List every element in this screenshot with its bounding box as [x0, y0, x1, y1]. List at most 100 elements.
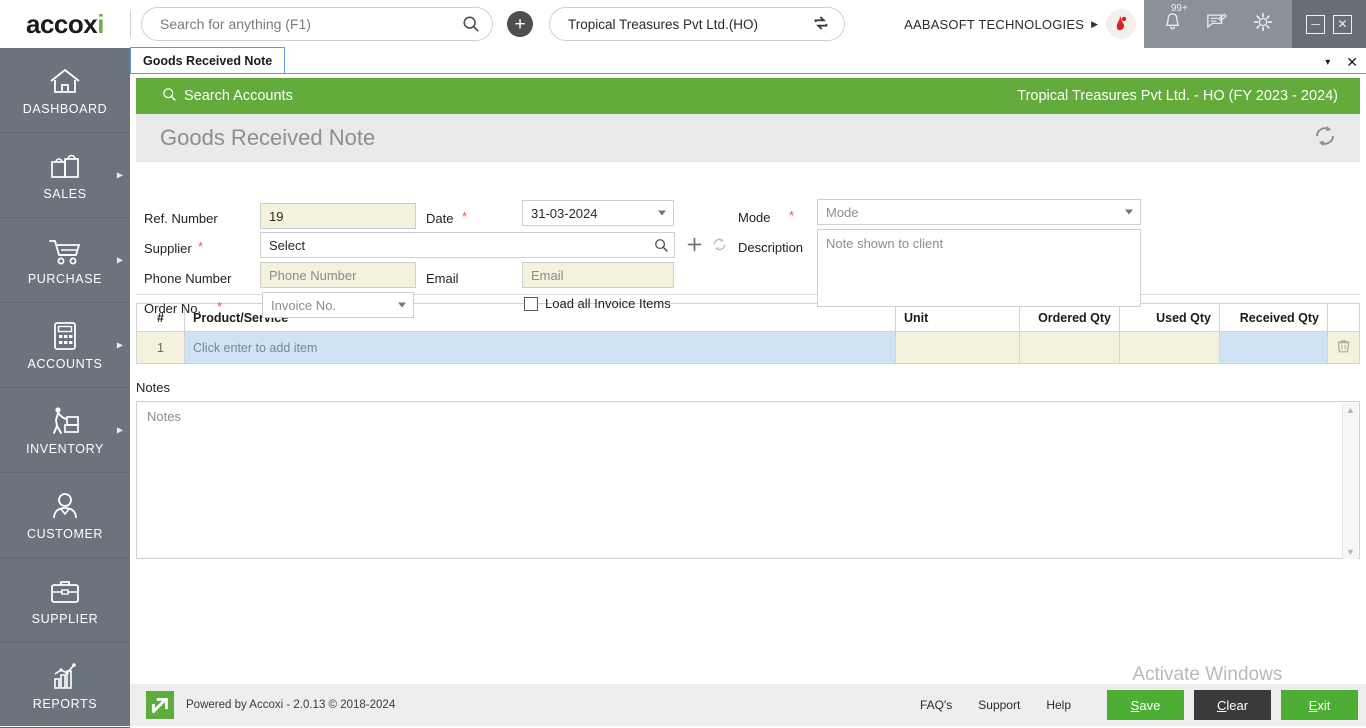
bell-icon[interactable]: 99+ — [1162, 3, 1188, 37]
plus-icon[interactable] — [685, 235, 704, 259]
search-icon[interactable] — [462, 15, 480, 33]
cell-product[interactable]: Click enter to add item — [184, 331, 896, 364]
refresh-icon[interactable] — [711, 236, 728, 258]
mode-label: Mode — [738, 210, 771, 225]
notes-label: Notes — [136, 380, 170, 395]
col-header-actions — [1327, 303, 1360, 332]
tab-strip: Goods Received Note ▾ ✕ — [130, 47, 1366, 74]
bar-chart-icon — [48, 660, 82, 692]
sidebar-item-reports[interactable]: REPORTS — [0, 643, 130, 728]
help-link[interactable]: Help — [1046, 698, 1071, 712]
chevron-down-icon[interactable] — [398, 302, 406, 308]
sidebar-item-inventory[interactable]: INVENTORY ▶ — [0, 388, 130, 473]
message-icon[interactable] — [1206, 11, 1228, 37]
faqs-link[interactable]: FAQ's — [920, 698, 952, 712]
app-logo: accox i — [0, 0, 130, 48]
sidebar-item-customer[interactable]: CUSTOMER — [0, 473, 130, 558]
save-rest: ave — [1139, 697, 1161, 713]
supplier-required-marker: * — [198, 239, 204, 254]
support-link[interactable]: Support — [978, 698, 1020, 712]
briefcase-icon — [48, 575, 82, 607]
chevron-down-icon[interactable] — [658, 210, 666, 216]
supplier-field[interactable] — [260, 232, 675, 258]
phone-number-input[interactable] — [260, 262, 416, 288]
footer-bar: Powered by Accoxi - 2.0.13 © 2018-2024 F… — [130, 684, 1366, 726]
tab-goods-received-note[interactable]: Goods Received Note — [130, 47, 286, 73]
save-key: S — [1130, 697, 1140, 713]
chevron-down-icon[interactable] — [1125, 209, 1133, 215]
sidebar-item-label: CUSTOMER — [26, 526, 104, 541]
trash-icon[interactable] — [1336, 340, 1351, 357]
chevron-right-icon[interactable]: ▶ — [117, 256, 123, 265]
email-label: Email — [426, 271, 459, 286]
col-header-received-qty: Received Qty — [1219, 303, 1328, 332]
sidebar-item-sales[interactable]: SALES ▶ — [0, 133, 130, 218]
supplier-input[interactable] — [261, 233, 648, 257]
logo-divider — [130, 11, 131, 37]
chevron-right-icon[interactable]: ▶ — [117, 341, 123, 350]
branch-selector[interactable]: Tropical Treasures Pvt Ltd.(HO) — [549, 7, 845, 41]
chevron-right-icon[interactable]: ▶ — [117, 426, 123, 435]
sidebar-item-purchase[interactable]: PURCHASE ▶ — [0, 218, 130, 303]
search-accounts-label: Search Accounts — [184, 88, 293, 104]
search-input[interactable] — [158, 15, 462, 33]
clear-rest: lear — [1226, 697, 1249, 713]
cell-used-qty[interactable] — [1119, 331, 1220, 364]
close-button[interactable]: ✕ — [1333, 14, 1352, 34]
delete-row-button[interactable] — [1327, 331, 1360, 364]
col-header-used-qty: Used Qty — [1119, 303, 1220, 332]
sidebar-item-label: ACCOUNTS — [27, 356, 103, 371]
minimize-button[interactable]: ─ — [1306, 14, 1325, 34]
company-menu[interactable]: AABASOFT TECHNOLOGIES ▶ — [904, 0, 1144, 48]
date-picker[interactable]: 31-03-2024 — [522, 200, 674, 226]
ref-number-input[interactable] — [260, 203, 416, 229]
gear-icon[interactable] — [1252, 11, 1274, 38]
search-icon[interactable] — [648, 238, 674, 253]
sidebar-item-label: INVENTORY — [26, 441, 104, 456]
date-value[interactable]: 31-03-2024 — [522, 200, 674, 226]
order-no-required-marker: * — [217, 299, 223, 314]
col-header-unit: Unit — [895, 303, 1020, 332]
clear-button[interactable]: Clear — [1194, 690, 1271, 720]
scroll-down-icon[interactable]: ▼ — [1346, 545, 1355, 559]
notes-textarea[interactable] — [137, 402, 1359, 558]
sidebar-item-dashboard[interactable]: DASHBOARD — [0, 48, 130, 133]
watermark-line-1: Activate Windows — [1132, 664, 1283, 685]
description-textarea[interactable] — [817, 229, 1141, 307]
chevron-right-icon[interactable]: ▶ — [1091, 19, 1098, 30]
close-tab-icon[interactable]: ✕ — [1346, 55, 1358, 69]
powered-by-text: Powered by Accoxi - 2.0.13 © 2018-2024 — [186, 699, 396, 711]
chevron-down-icon[interactable]: ▾ — [1325, 57, 1330, 68]
sidebar-item-label: SALES — [43, 186, 87, 201]
description-label: Description — [738, 240, 804, 255]
exit-button[interactable]: Exit — [1281, 690, 1358, 720]
save-button[interactable]: Save — [1107, 690, 1184, 720]
avatar[interactable] — [1106, 9, 1136, 39]
switch-branch-icon[interactable] — [812, 14, 830, 35]
global-search[interactable] — [141, 7, 493, 41]
shopping-cart-icon — [48, 235, 82, 267]
notes-scrollbar[interactable]: ▲ ▼ — [1342, 403, 1358, 559]
notes-box[interactable]: ▲ ▼ — [136, 401, 1360, 559]
load-all-invoice-items-label: Load all Invoice Items — [545, 296, 671, 311]
table-row[interactable]: 1 Click enter to add item — [136, 331, 1360, 364]
email-input[interactable] — [522, 262, 674, 288]
chevron-right-icon[interactable]: ▶ — [117, 171, 123, 180]
sidebar-item-supplier[interactable]: SUPPLIER — [0, 558, 130, 643]
cell-received-qty[interactable] — [1219, 331, 1328, 364]
scroll-up-icon[interactable]: ▲ — [1346, 403, 1355, 417]
load-all-invoice-items-row[interactable]: Load all Invoice Items — [524, 296, 671, 311]
add-new-button[interactable]: + — [507, 11, 533, 37]
search-accounts-button[interactable]: Search Accounts — [162, 87, 293, 106]
home-icon — [48, 65, 82, 97]
mode-select[interactable]: Mode — [817, 199, 1141, 225]
mode-value[interactable]: Mode — [817, 199, 1141, 225]
tab-strip-controls: ▾ ✕ — [1325, 55, 1358, 69]
refresh-icon[interactable] — [1312, 123, 1338, 154]
cell-ordered-qty[interactable] — [1019, 331, 1120, 364]
order-no-value[interactable]: Invoice No. — [262, 292, 414, 318]
load-all-invoice-items-checkbox[interactable] — [524, 296, 538, 311]
cell-unit[interactable] — [895, 331, 1020, 364]
sidebar-item-accounts[interactable]: ACCOUNTS ▶ — [0, 303, 130, 388]
order-no-select[interactable]: Invoice No. — [262, 292, 414, 318]
